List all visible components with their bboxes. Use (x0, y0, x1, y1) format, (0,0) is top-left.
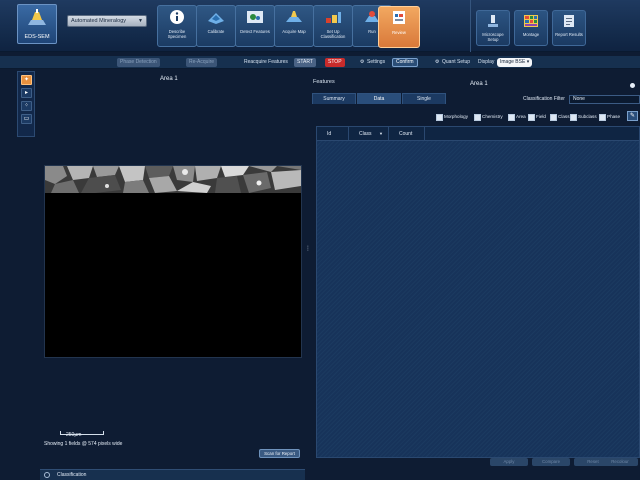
display-label: Display (478, 59, 495, 65)
classification-filter-dropdown[interactable]: None (569, 95, 640, 104)
settings-icon[interactable]: ⚙ (360, 58, 364, 67)
area-checkbox[interactable]: Area (508, 113, 526, 121)
main-ribbon: EDS-SEM Automated Mineralogy ▼ Describe … (0, 0, 640, 52)
step-label: Detect Features (240, 29, 270, 34)
settings-button[interactable]: Settings (367, 58, 385, 67)
phase-checkbox[interactable]: Phase (599, 113, 620, 121)
confirm-button[interactable]: Confirm (392, 58, 418, 67)
tab-single[interactable]: Single (402, 93, 446, 104)
panel-splitter-handle[interactable]: ⋮ (305, 245, 311, 252)
tool-microscope-setup[interactable]: Microscope Setup (476, 10, 510, 46)
field-checkbox[interactable]: Field (528, 113, 546, 121)
tool-report-results[interactable]: Report Results (552, 10, 586, 46)
mode-dropdown[interactable]: Automated Mineralogy ▼ (67, 15, 147, 27)
features-data-grid[interactable]: Id Class ▼ Count (316, 126, 640, 458)
left-area-title: Area 1 (160, 76, 178, 82)
panel-options-icon[interactable] (630, 83, 635, 88)
bse-image-strip (45, 166, 301, 193)
tool-montage[interactable]: Montage (514, 10, 548, 46)
classification-icon (326, 12, 341, 23)
recolour-button[interactable]: Recolour (602, 458, 638, 466)
classification-filter-value: None (573, 96, 585, 102)
action-toolbar: Phase Detection Re-Acquire Reacquire Fea… (0, 56, 640, 69)
report-icon (564, 15, 574, 27)
app-tile-label: EDS-SEM (24, 34, 50, 40)
expand-collapse-icon[interactable] (44, 472, 50, 478)
calibrate-icon (208, 13, 224, 24)
highlight-tool-icon[interactable]: ✦ (21, 75, 32, 85)
step-label: Acquire Map (282, 29, 306, 34)
reacquire-button[interactable]: Re-Acquire (186, 58, 218, 67)
features-section-label: Features (313, 79, 335, 85)
step-acquire-map[interactable]: Acquire Map (274, 5, 320, 47)
microscope-icon (488, 15, 498, 27)
step-label: Calibrate (207, 29, 225, 34)
scale-bar-label: 250µm (66, 432, 82, 438)
step-label: Review (392, 30, 406, 35)
classification-filter-label: Classification Filter (523, 96, 565, 102)
grid-body[interactable] (317, 141, 639, 457)
grid-header: Id Class ▼ Count (317, 127, 639, 141)
fields-status-text: Showing 1 fields @ 574 pixels wide (44, 441, 123, 447)
step-set-up-classification[interactable]: Set Up Classification (313, 5, 359, 47)
chemistry-checkbox[interactable]: Chemistry (474, 113, 503, 121)
step-describe-specimen[interactable]: Describe Specimen (157, 5, 203, 47)
review-icon (393, 11, 405, 24)
column-header-class-label: Class (359, 131, 372, 137)
montage-icon (524, 15, 538, 27)
column-header-id[interactable]: Id (317, 127, 349, 141)
specimen-image-view[interactable] (44, 165, 302, 358)
sort-down-icon: ▼ (379, 131, 383, 136)
mode-dropdown-value: Automated Mineralogy (71, 18, 127, 24)
select-points-tool-icon[interactable]: ⁘ (21, 101, 32, 111)
eds-sem-icon (28, 9, 46, 25)
scan-for-report-button[interactable]: Scan for Report (259, 449, 300, 458)
edit-pencil-icon[interactable]: ✎ (627, 111, 638, 121)
pointer-tool-icon[interactable]: ▸ (21, 88, 32, 98)
right-area-title: Area 1 (470, 81, 488, 87)
info-icon (170, 10, 184, 24)
start-button[interactable]: START (294, 58, 316, 67)
step-calibrate[interactable]: Calibrate (196, 5, 242, 47)
display-dropdown-value: Image BSE (500, 59, 526, 65)
acquire-map-icon (286, 11, 302, 22)
step-review[interactable]: Review (378, 6, 420, 48)
step-label: Describe Specimen (167, 29, 187, 39)
chevron-down-icon: ▼ (138, 18, 143, 24)
quant-setup-icon[interactable]: ⚙ (435, 58, 439, 67)
image-tool-strip: ✦ ▸ ⁘ ▭ (17, 71, 35, 137)
step-detect-features[interactable]: Detect Features (235, 5, 281, 47)
display-dropdown[interactable]: Image BSE ▾ (497, 58, 533, 67)
reacquire-features-label: Reacquire Features (244, 59, 288, 65)
classification-section[interactable]: Classification (40, 469, 305, 480)
chevron-down-icon: ▾ (526, 59, 530, 65)
column-header-class[interactable]: Class ▼ (349, 127, 389, 141)
tab-data[interactable]: Data (357, 93, 401, 104)
class-checkbox[interactable]: Class (550, 113, 570, 121)
stop-button[interactable]: STOP (325, 58, 345, 67)
tool-label: Report Results (555, 32, 583, 37)
subclass-checkbox[interactable]: Subclass (570, 113, 597, 121)
phase-detection-button[interactable]: Phase Detection (117, 58, 160, 67)
tool-label: Montage (522, 32, 540, 37)
tab-summary[interactable]: Summary (312, 93, 356, 104)
quant-setup-button[interactable]: Quant Setup (442, 58, 470, 67)
zoom-region-tool-icon[interactable]: ▭ (21, 114, 32, 124)
morphology-checkbox[interactable]: Morphology (436, 113, 468, 121)
tool-label: Microscope Setup (482, 32, 504, 42)
ribbon-divider (470, 0, 471, 52)
apply-button[interactable]: Apply (490, 458, 528, 466)
compare-button[interactable]: Compare (532, 458, 570, 466)
classification-label: Classification (57, 472, 87, 478)
column-header-count[interactable]: Count (389, 127, 425, 141)
detect-features-icon (247, 11, 263, 23)
app-mode-tile[interactable]: EDS-SEM (17, 4, 57, 44)
step-label: Set Up Classification (320, 29, 346, 39)
